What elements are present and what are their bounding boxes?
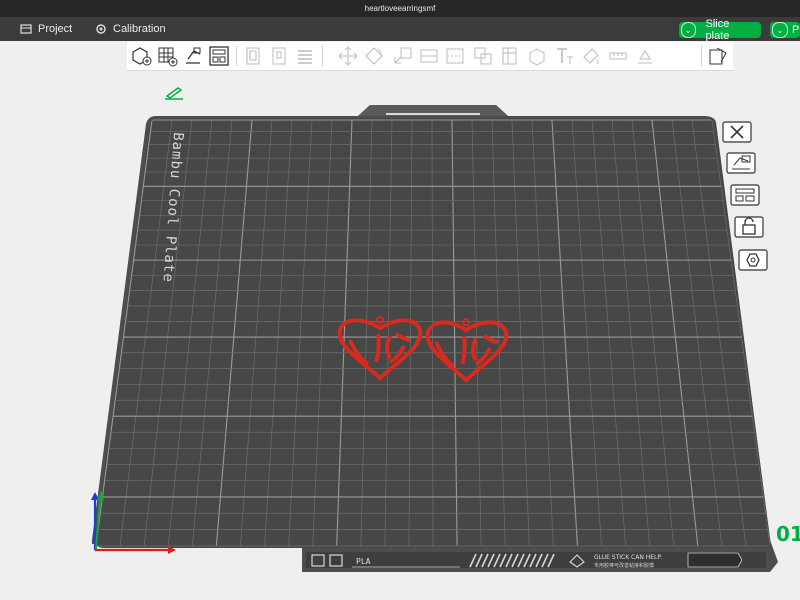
lock-icon bbox=[734, 216, 764, 238]
plate-lock-button[interactable] bbox=[734, 216, 764, 238]
hexagon-settings-icon bbox=[738, 249, 768, 271]
auto-orient-plate-icon bbox=[726, 152, 756, 174]
plate-orient-button[interactable] bbox=[726, 152, 756, 174]
plate-tab-stripe bbox=[386, 113, 480, 115]
corner-readout: 01 bbox=[776, 522, 800, 546]
build-plate-viewport[interactable]: PLA GLUE STICK CAN HELP. 专用胶棒可改善粘接和脱模 Ba… bbox=[0, 0, 800, 600]
arrange-plate-icon bbox=[730, 184, 760, 206]
close-icon bbox=[722, 121, 752, 143]
filament-label: PLA bbox=[356, 557, 371, 566]
glue-notice: GLUE STICK CAN HELP. bbox=[594, 554, 662, 561]
plate-settings-button[interactable] bbox=[738, 249, 768, 271]
plate-label-strip: PLA GLUE STICK CAN HELP. 专用胶棒可改善粘接和脱模 bbox=[306, 552, 766, 569]
plate-arrange-button[interactable] bbox=[730, 184, 760, 206]
glue-notice-cn: 专用胶棒可改善粘接和脱模 bbox=[594, 562, 654, 569]
close-plate-button[interactable] bbox=[722, 121, 752, 143]
